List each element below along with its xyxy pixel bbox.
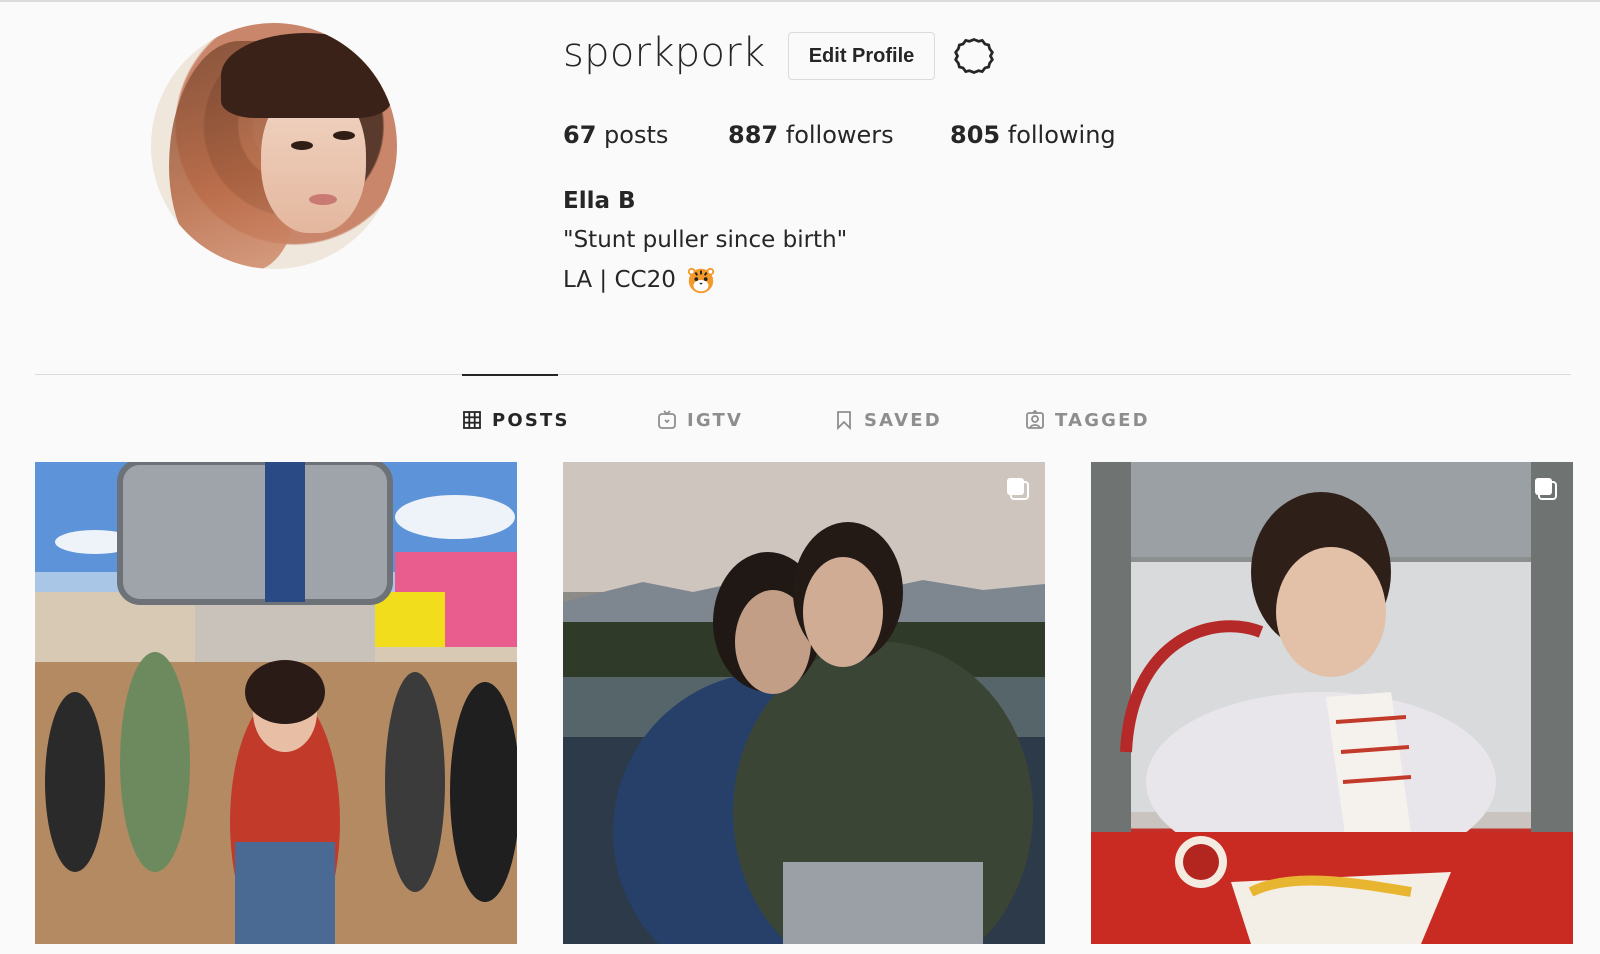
posts-label: posts <box>604 121 669 149</box>
posts-stat: 67 posts <box>563 121 668 149</box>
bio-line-1: "Stunt puller since birth" <box>563 227 848 253</box>
avatar-lips <box>309 194 337 205</box>
edit-profile-button[interactable]: Edit Profile <box>788 32 935 80</box>
tab-posts[interactable]: POSTS <box>462 407 570 433</box>
followers-label: followers <box>785 121 894 149</box>
post-image-keg-party <box>35 462 517 944</box>
following-count: 805 <box>950 121 1001 149</box>
tab-tagged[interactable]: TAGGED <box>1025 407 1150 433</box>
profile-page: sporkpork Edit Profile 67 posts 887 foll… <box>0 0 1600 954</box>
multiple-photos-icon <box>1535 478 1557 500</box>
post-thumbnail[interactable] <box>563 462 1045 944</box>
posts-count: 67 <box>563 121 597 149</box>
post-image-friends-lake <box>563 462 1045 944</box>
grid-icon <box>463 411 481 429</box>
avatar-eye-left <box>291 141 313 150</box>
bio-line-2-text: LA | CC20 <box>563 267 676 293</box>
avatar-hair-top-shape <box>221 33 391 118</box>
gear-icon[interactable] <box>952 34 996 78</box>
post-thumbnail[interactable] <box>35 462 517 944</box>
profile-avatar[interactable] <box>151 23 397 269</box>
followers-stat[interactable]: 887 followers <box>728 121 894 149</box>
bookmark-icon <box>837 411 851 430</box>
tagged-icon <box>1026 410 1044 429</box>
bio-line-2: LA | CC20 <box>563 265 716 295</box>
tab-igtv-label: IGTV <box>687 409 744 431</box>
tab-saved-label: SAVED <box>864 409 942 431</box>
profile-username: sporkpork <box>563 30 766 76</box>
multiple-photos-icon <box>1007 478 1029 500</box>
tab-tagged-label: TAGGED <box>1055 409 1150 431</box>
tab-saved[interactable]: SAVED <box>834 407 942 433</box>
post-image-girl-drinking <box>1091 462 1573 944</box>
tabs-divider <box>35 374 1571 375</box>
post-thumbnail[interactable] <box>1091 462 1573 944</box>
igtv-icon <box>658 410 676 429</box>
following-stat[interactable]: 805 following <box>950 121 1116 149</box>
active-tab-indicator <box>462 374 558 376</box>
following-label: following <box>1007 121 1116 149</box>
top-border <box>0 0 1600 2</box>
tab-igtv[interactable]: IGTV <box>657 407 743 433</box>
avatar-eye-right <box>333 131 355 140</box>
tab-posts-label: POSTS <box>492 409 570 431</box>
followers-count: 887 <box>728 121 779 149</box>
profile-full-name: Ella B <box>563 188 636 214</box>
tiger-face-icon <box>687 267 714 294</box>
